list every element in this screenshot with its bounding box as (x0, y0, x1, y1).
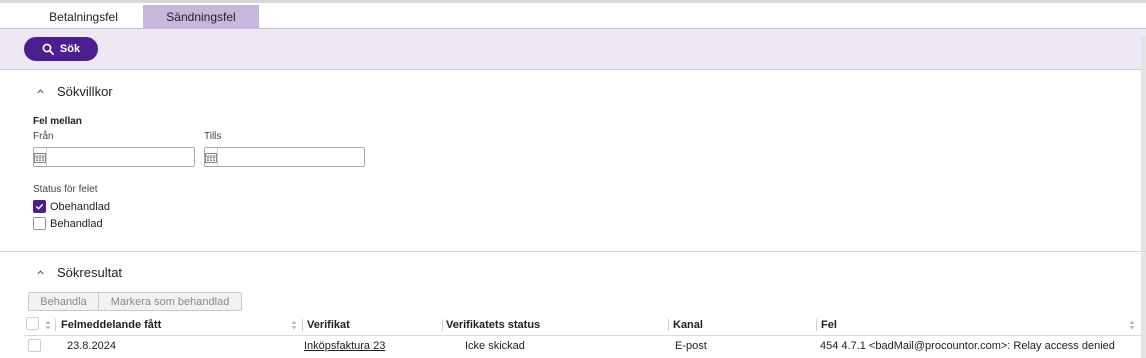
to-date-field (204, 147, 368, 167)
handled-checkbox[interactable] (33, 217, 46, 230)
sort-icon[interactable] (1129, 320, 1135, 330)
handle-button[interactable]: Behandla (29, 293, 99, 310)
from-label: Från (33, 131, 54, 142)
status-option-handled[interactable]: Behandlad (33, 217, 103, 230)
status-label: Status för felet (33, 184, 98, 195)
error-period-label: Fel mellan (33, 116, 82, 127)
section-divider (0, 251, 1146, 252)
search-button[interactable]: Sök (24, 37, 98, 61)
tab-bar: Betalningsfel Sändningsfel (24, 5, 259, 28)
unhandled-checkbox[interactable] (33, 200, 46, 213)
chevron-up-icon[interactable] (33, 266, 47, 280)
chevron-up-icon[interactable] (33, 85, 47, 99)
handled-label: Behandlad (50, 217, 103, 230)
tab-sending-errors[interactable]: Sändningsfel (143, 5, 259, 28)
header-row-divider (24, 335, 1142, 336)
cell-document-link[interactable]: Inköpsfaktura 23 (304, 340, 385, 352)
sort-icon[interactable] (45, 320, 51, 330)
to-date-input[interactable] (218, 148, 368, 166)
criteria-title: Sökvillkor (57, 84, 113, 99)
sort-icon[interactable] (291, 320, 297, 330)
results-actions: Behandla Markera som behandlad (28, 292, 242, 311)
scrollbar[interactable] (1141, 36, 1146, 358)
from-date-field (33, 147, 197, 167)
calendar-icon[interactable] (205, 148, 218, 166)
column-header-document[interactable]: Verifikat (307, 318, 350, 332)
column-header-received[interactable]: Felmeddelande fått (61, 318, 161, 332)
results-title: Sökresultat (57, 265, 123, 280)
column-separator (442, 319, 443, 331)
results-section-header[interactable]: Sökresultat (33, 265, 122, 280)
select-all-checkbox[interactable] (26, 317, 39, 330)
status-option-unhandled[interactable]: Obehandlad (33, 200, 110, 213)
unhandled-label: Obehandlad (50, 200, 110, 213)
column-separator (55, 319, 56, 331)
column-header-channel[interactable]: Kanal (673, 318, 703, 332)
search-icon (42, 43, 54, 55)
cell-document-status: Icke skickad (465, 340, 525, 352)
column-separator (302, 319, 303, 331)
cell-received: 23.8.2024 (67, 340, 116, 352)
toolbar: Sök (0, 28, 1146, 70)
cell-channel: E-post (675, 340, 707, 352)
search-button-label: Sök (59, 43, 81, 55)
cell-error: 454 4.7.1 <badMail@procountor.com>: Rela… (820, 340, 1115, 352)
column-header-document-status[interactable]: Verifikatets status (446, 318, 540, 332)
calendar-icon[interactable] (34, 148, 47, 166)
mark-handled-button[interactable]: Markera som behandlad (99, 293, 241, 310)
column-separator (816, 319, 817, 331)
checkmark-icon (35, 203, 44, 210)
criteria-section-header[interactable]: Sökvillkor (33, 84, 113, 99)
from-date-input[interactable] (47, 148, 197, 166)
tab-payment-errors[interactable]: Betalningsfel (24, 5, 143, 28)
to-label: Tills (204, 131, 222, 142)
column-header-error[interactable]: Fel (821, 318, 837, 332)
top-border (0, 0, 1146, 3)
row-checkbox[interactable] (28, 339, 41, 352)
column-separator (668, 319, 669, 331)
